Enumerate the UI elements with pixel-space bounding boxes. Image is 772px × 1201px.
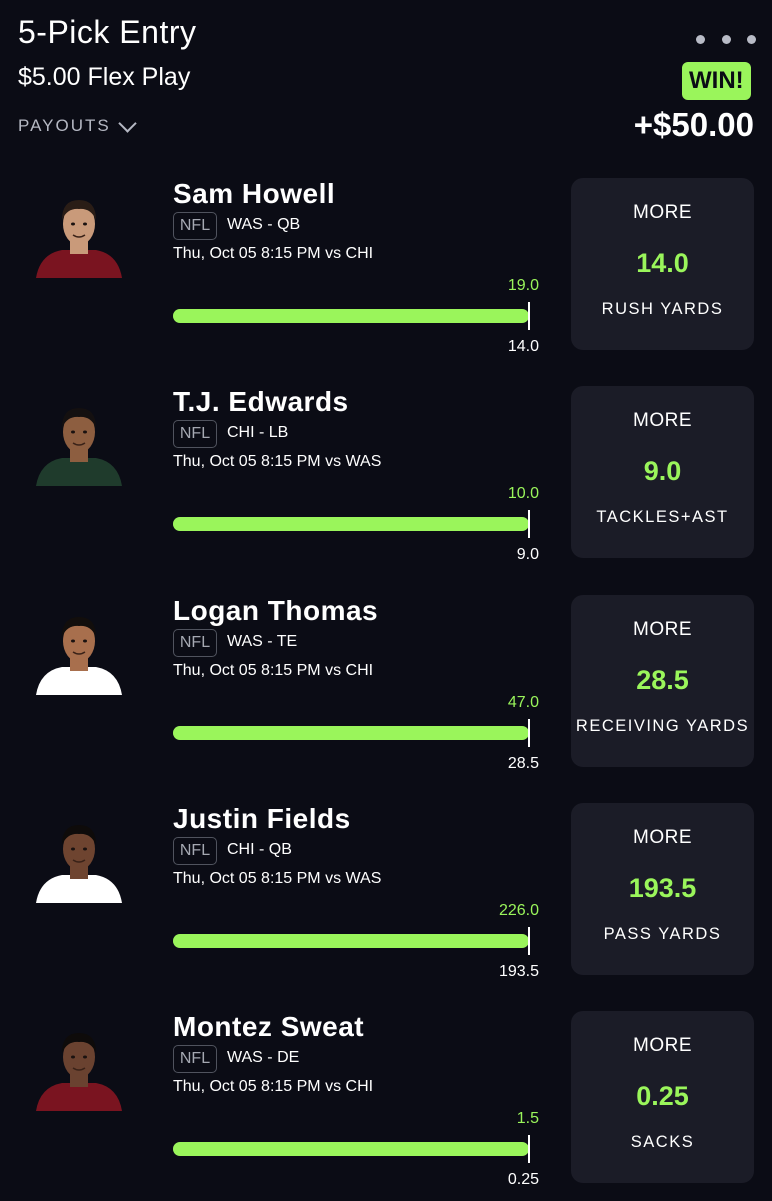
result-badge: WIN! bbox=[682, 62, 751, 100]
pick-line: 0.25 bbox=[636, 1081, 689, 1111]
league-badge: NFL bbox=[173, 837, 217, 865]
actual-stat-value: 226.0 bbox=[498, 902, 539, 919]
actual-stat-value: 19.0 bbox=[507, 277, 539, 294]
game-info: Thu, Oct 05 8:15 PM vs WAS bbox=[173, 870, 382, 887]
payouts-toggle[interactable]: PAYOUTS bbox=[18, 113, 137, 136]
game-info: Thu, Oct 05 8:15 PM vs CHI bbox=[173, 1078, 374, 1095]
pick-direction: MORE bbox=[633, 410, 692, 431]
team-position: WAS - TE bbox=[227, 633, 298, 650]
player-name[interactable]: T.J. Edwards bbox=[173, 386, 349, 418]
line-value-label: 14.0 bbox=[507, 338, 539, 355]
pick-direction: MORE bbox=[633, 202, 692, 223]
payout-amount: +$50.00 bbox=[633, 106, 754, 143]
league-badge: NFL bbox=[173, 420, 217, 448]
pick-direction: MORE bbox=[633, 1035, 692, 1056]
stat-type: PASS YARDS bbox=[603, 925, 722, 943]
pick-line: 193.5 bbox=[628, 873, 697, 903]
player-photo bbox=[36, 408, 122, 486]
pick-row: Sam Howell NFL WAS - QB Thu, Oct 05 8:15… bbox=[0, 178, 772, 368]
pick-card[interactable]: MORE 14.0 RUSH YARDS bbox=[571, 178, 754, 350]
line-value-label: 0.25 bbox=[507, 1171, 539, 1188]
menu-dot bbox=[696, 34, 705, 44]
stat-type: TACKLES+AST bbox=[596, 508, 729, 526]
payouts-label: PAYOUTS bbox=[18, 116, 111, 135]
player-name[interactable]: Logan Thomas bbox=[173, 595, 378, 627]
player-name[interactable]: Montez Sweat bbox=[173, 1011, 364, 1043]
progress-fill bbox=[173, 309, 529, 323]
actual-stat-value: 1.5 bbox=[516, 1110, 539, 1127]
stat-type: RUSH YARDS bbox=[601, 300, 724, 318]
league-badge: NFL bbox=[173, 1045, 217, 1073]
more-menu-icon[interactable] bbox=[696, 28, 756, 50]
team-position: WAS - DE bbox=[227, 1049, 300, 1066]
game-info: Thu, Oct 05 8:15 PM vs CHI bbox=[173, 662, 374, 679]
game-info: Thu, Oct 05 8:15 PM vs CHI bbox=[173, 245, 374, 262]
pick-line: 9.0 bbox=[643, 456, 682, 486]
page-title: 5-Pick Entry bbox=[18, 14, 197, 50]
line-marker bbox=[528, 1135, 530, 1163]
pick-row: Montez Sweat NFL WAS - DE Thu, Oct 05 8:… bbox=[0, 1011, 772, 1201]
line-value-label: 193.5 bbox=[498, 963, 539, 980]
actual-stat-value: 10.0 bbox=[507, 485, 539, 502]
line-value-label: 9.0 bbox=[516, 546, 539, 563]
menu-dot bbox=[721, 34, 731, 44]
pick-row: Justin Fields NFL CHI - QB Thu, Oct 05 8… bbox=[0, 803, 772, 993]
team-position: CHI - QB bbox=[227, 841, 292, 858]
player-photo bbox=[36, 1033, 122, 1111]
chevron-down-icon bbox=[118, 113, 137, 133]
progress-fill bbox=[173, 934, 529, 948]
line-marker bbox=[528, 719, 530, 747]
player-name[interactable]: Justin Fields bbox=[173, 803, 351, 835]
pick-direction: MORE bbox=[633, 827, 692, 848]
player-avatar bbox=[36, 1025, 122, 1111]
entry-header: 5-Pick Entry $5.00 Flex Play PAYOUTS WIN… bbox=[0, 0, 772, 170]
pick-direction: MORE bbox=[633, 619, 692, 640]
progress-bar bbox=[173, 934, 529, 948]
player-avatar bbox=[36, 817, 122, 903]
progress-fill bbox=[173, 1142, 529, 1156]
player-avatar bbox=[36, 400, 122, 486]
pick-card[interactable]: MORE 9.0 TACKLES+AST bbox=[571, 386, 754, 558]
progress-bar bbox=[173, 1142, 529, 1156]
stat-type: SACKS bbox=[630, 1133, 695, 1151]
progress-fill bbox=[173, 517, 529, 531]
league-badge: NFL bbox=[173, 629, 217, 657]
player-name[interactable]: Sam Howell bbox=[173, 178, 335, 210]
player-avatar bbox=[36, 192, 122, 278]
line-marker bbox=[528, 510, 530, 538]
game-info: Thu, Oct 05 8:15 PM vs WAS bbox=[173, 453, 382, 470]
line-value-label: 28.5 bbox=[507, 755, 539, 772]
stat-type: RECEIVING YARDS bbox=[575, 717, 750, 735]
player-photo bbox=[36, 825, 122, 903]
progress-fill bbox=[173, 726, 529, 740]
line-marker bbox=[528, 927, 530, 955]
line-marker bbox=[528, 302, 530, 330]
progress-bar bbox=[173, 726, 529, 740]
team-position: CHI - LB bbox=[227, 424, 289, 441]
league-badge: NFL bbox=[173, 212, 217, 240]
pick-card[interactable]: MORE 193.5 PASS YARDS bbox=[571, 803, 754, 975]
actual-stat-value: 47.0 bbox=[507, 694, 539, 711]
pick-card[interactable]: MORE 0.25 SACKS bbox=[571, 1011, 754, 1183]
team-position: WAS - QB bbox=[227, 216, 301, 233]
play-type-label: $5.00 Flex Play bbox=[18, 63, 191, 91]
player-photo bbox=[36, 200, 122, 278]
player-photo bbox=[36, 617, 122, 695]
pick-line: 14.0 bbox=[636, 248, 689, 278]
pick-row: Logan Thomas NFL WAS - TE Thu, Oct 05 8:… bbox=[0, 595, 772, 785]
pick-card[interactable]: MORE 28.5 RECEIVING YARDS bbox=[571, 595, 754, 767]
pick-row: T.J. Edwards NFL CHI - LB Thu, Oct 05 8:… bbox=[0, 386, 772, 576]
pick-line: 28.5 bbox=[636, 665, 689, 695]
menu-dot bbox=[747, 34, 756, 44]
progress-bar bbox=[173, 309, 529, 323]
player-avatar bbox=[36, 609, 122, 695]
progress-bar bbox=[173, 517, 529, 531]
